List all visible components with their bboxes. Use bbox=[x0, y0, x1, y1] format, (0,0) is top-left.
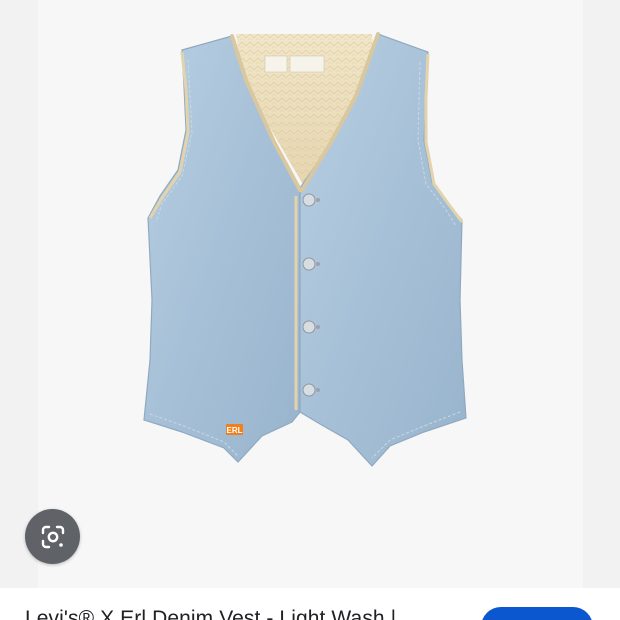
google-lens-button[interactable] bbox=[25, 509, 80, 564]
product-image[interactable]: ERL bbox=[0, 0, 620, 588]
google-lens-icon bbox=[41, 525, 64, 548]
visit-button[interactable] bbox=[481, 607, 593, 620]
product-title[interactable]: Levi's® X Erl Denim Vest - Light Wash | bbox=[25, 607, 396, 620]
result-info-bar: Levi's® X Erl Denim Vest - Light Wash | bbox=[0, 588, 620, 620]
svg-text:ERL: ERL bbox=[227, 426, 243, 435]
denim-vest-image: ERL bbox=[143, 32, 467, 467]
image-viewer: ERL Levi's® X Erl Denim Vest - Light Was… bbox=[0, 0, 620, 620]
